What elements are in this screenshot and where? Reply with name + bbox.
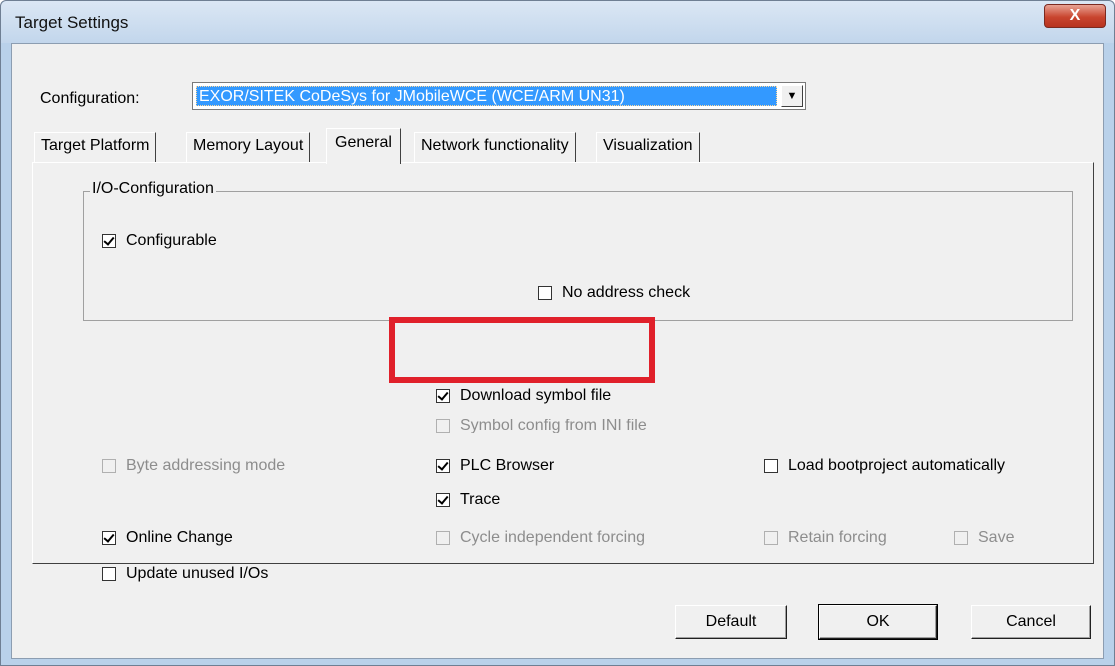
online-change-label: Online Change: [126, 529, 233, 546]
checkbox-unchecked-icon: [764, 531, 778, 545]
close-button[interactable]: X: [1044, 4, 1106, 28]
configurable-label: Configurable: [126, 232, 217, 249]
update-unused-ios-label: Update unused I/Os: [126, 565, 269, 582]
symbol-config-ini-label: Symbol config from INI file: [460, 419, 647, 433]
cycle-independent-forcing-checkbox: Cycle independent forcing: [436, 529, 645, 547]
configurable-checkbox[interactable]: Configurable: [102, 232, 217, 250]
target-settings-dialog: Target Settings X Configuration: EXOR/SI…: [0, 0, 1115, 666]
checkbox-checked-icon[interactable]: [436, 389, 450, 403]
checkbox-unchecked-icon[interactable]: [538, 286, 552, 300]
checkbox-unchecked-icon: [954, 531, 968, 545]
save-label: Save: [978, 529, 1015, 546]
save-checkbox: Save: [954, 529, 1014, 547]
configuration-value: EXOR/SITEK CoDeSys for JMobileWCE (WCE/A…: [196, 86, 777, 106]
checkbox-unchecked-icon: [436, 531, 450, 545]
checkbox-unchecked-icon: [102, 459, 116, 473]
io-configuration-group: I/O-Configuration Configurable No addres…: [83, 180, 1073, 321]
update-unused-ios-checkbox[interactable]: Update unused I/Os: [102, 565, 268, 583]
configuration-label: Configuration:: [40, 90, 140, 107]
cancel-button[interactable]: Cancel: [971, 605, 1091, 639]
byte-addressing-mode-checkbox: Byte addressing mode: [102, 457, 285, 475]
chevron-down-icon[interactable]: ▼: [781, 85, 803, 107]
download-symbol-file-checkbox[interactable]: Download symbol file: [436, 387, 611, 405]
checkbox-unchecked-icon: [436, 419, 450, 433]
online-change-checkbox[interactable]: Online Change: [102, 529, 233, 547]
plc-browser-label: PLC Browser: [460, 457, 555, 474]
ok-button[interactable]: OK: [818, 604, 938, 640]
load-bootproject-checkbox[interactable]: Load bootproject automatically: [764, 457, 1005, 475]
retain-forcing-label: Retain forcing: [788, 529, 887, 546]
tab-general[interactable]: General: [326, 128, 401, 164]
default-button[interactable]: Default: [675, 605, 787, 639]
plc-browser-checkbox[interactable]: PLC Browser: [436, 457, 554, 475]
checkbox-checked-icon[interactable]: [102, 531, 116, 545]
io-configuration-title: I/O-Configuration: [90, 180, 216, 198]
byte-addressing-mode-label: Byte addressing mode: [126, 457, 286, 474]
title-bar: Target Settings X: [1, 1, 1114, 43]
no-address-check-label: No address check: [562, 284, 691, 301]
tab-visualization[interactable]: Visualization: [596, 132, 700, 162]
configuration-select[interactable]: EXOR/SITEK CoDeSys for JMobileWCE (WCE/A…: [192, 82, 806, 110]
no-address-check-checkbox[interactable]: No address check: [538, 284, 690, 302]
trace-label: Trace: [460, 491, 501, 508]
highlight-annotation: [389, 317, 655, 383]
tab-target-platform[interactable]: Target Platform: [34, 132, 157, 162]
symbol-config-ini-checkbox: Symbol config from INI file: [436, 419, 647, 433]
checkbox-checked-icon[interactable]: [436, 493, 450, 507]
load-bootproject-label: Load bootproject automatically: [788, 457, 1006, 474]
retain-forcing-checkbox: Retain forcing: [764, 529, 887, 547]
cycle-independent-forcing-label: Cycle independent forcing: [460, 529, 646, 546]
tab-network-functionality[interactable]: Network functionality: [414, 132, 576, 162]
trace-checkbox[interactable]: Trace: [436, 491, 500, 509]
tab-memory-layout[interactable]: Memory Layout: [186, 132, 311, 162]
checkbox-checked-icon[interactable]: [436, 459, 450, 473]
window-title: Target Settings: [15, 13, 129, 32]
checkbox-unchecked-icon[interactable]: [102, 567, 116, 581]
download-symbol-file-label: Download symbol file: [460, 387, 612, 404]
checkbox-unchecked-icon[interactable]: [764, 459, 778, 473]
checkbox-checked-icon[interactable]: [102, 234, 116, 248]
